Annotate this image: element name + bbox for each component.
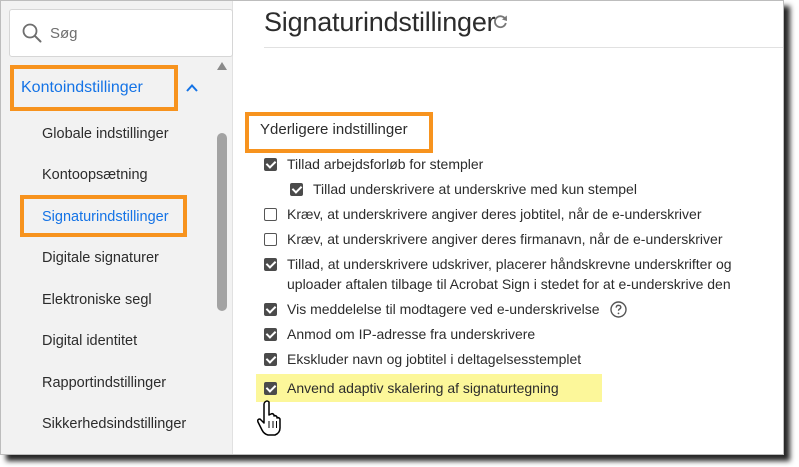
sidebar-item-label: Elektroniske segl: [42, 291, 152, 308]
sidebar-item[interactable]: Globale indstillinger: [1, 113, 215, 155]
option-text: Tillad, at underskrivere udskriver, plac…: [287, 256, 732, 292]
sidebar-item[interactable]: Signaturindstillinger: [1, 196, 215, 238]
nav-section-account-settings[interactable]: Kontoindstillinger: [1, 63, 215, 113]
checkbox-checked[interactable]: [264, 303, 277, 316]
setting-option-label: Tillad, at underskrivere udskriver, plac…: [287, 254, 783, 294]
setting-option-label: Vis meddelelse til modtagere ved e-under…: [287, 299, 627, 319]
scroll-thumb[interactable]: [217, 133, 227, 311]
setting-option[interactable]: Kræv, at underskrivere angiver deres job…: [264, 204, 783, 224]
setting-option[interactable]: Anvend adaptiv skalering af signaturtegn…: [256, 374, 602, 402]
setting-option[interactable]: Tillad arbejdsforløb for stempler: [264, 154, 783, 174]
checkbox-checked[interactable]: [264, 258, 277, 271]
title-divider: [264, 47, 783, 48]
sidebar-scrollbar[interactable]: [215, 61, 229, 454]
setting-option-label: Anmod om IP-adresse fra underskrivere: [287, 324, 535, 344]
sidebar-item-label: Kontoopsætning: [42, 167, 148, 184]
setting-option-label: Tillad arbejdsforløb for stempler: [287, 154, 483, 174]
setting-option[interactable]: Tillad underskrivere at underskrive med …: [264, 179, 783, 199]
option-text: Tillad arbejdsforløb for stempler: [287, 156, 484, 172]
section-title: Yderligere indstillinger: [260, 121, 408, 138]
setting-option[interactable]: Ekskluder navn og jobtitel i deltagelses…: [264, 349, 783, 369]
setting-option-label: Ekskluder navn og jobtitel i deltagelses…: [287, 349, 581, 369]
option-text: Anvend adaptiv skalering af signaturtegn…: [287, 380, 559, 396]
scroll-up-icon[interactable]: [217, 61, 227, 71]
search-placeholder: Søg: [50, 24, 78, 42]
chevron-up-icon[interactable]: [185, 81, 199, 95]
setting-option-label: Anvend adaptiv skalering af signaturtegn…: [287, 378, 559, 398]
option-text: Kræv, at underskrivere angiver deres job…: [287, 206, 702, 222]
option-text: Ekskluder navn og jobtitel i deltagelses…: [287, 351, 582, 367]
sidebar-item-label: Rapportindstillinger: [42, 374, 167, 391]
search-box[interactable]: Søg: [9, 9, 233, 57]
sidebar-item[interactable]: Digital identitet: [1, 321, 215, 363]
search-icon: [22, 23, 42, 43]
settings-nav: Kontoindstillinger Globale indstillinger…: [1, 63, 215, 445]
sidebar-item-label: Signaturindstillinger: [42, 208, 169, 225]
sidebar-item[interactable]: Sikkerhedsindstillinger: [1, 404, 215, 446]
hand-cursor-icon: [257, 400, 281, 436]
sidebar-item-label: Sikkerhedsindstillinger: [42, 416, 187, 433]
option-text: Vis meddelelse til modtagere ved e-under…: [287, 301, 600, 317]
checkbox-checked[interactable]: [264, 158, 277, 171]
setting-option[interactable]: Kræv, at underskrivere angiver deres fir…: [264, 229, 783, 249]
setting-option-label: Tillad underskrivere at underskrive med …: [313, 179, 637, 199]
app-window: Søg Kontoindstillinger Globale indstilli…: [0, 0, 784, 455]
checkbox-unchecked[interactable]: [264, 208, 277, 221]
checkbox-unchecked[interactable]: [264, 233, 277, 246]
checkbox-checked[interactable]: [290, 183, 303, 196]
option-text: Tillad underskrivere at underskrive med …: [313, 181, 637, 197]
refresh-icon[interactable]: [492, 13, 509, 30]
setting-option-label: Kræv, at underskrivere angiver deres job…: [287, 204, 701, 224]
settings-options: Tillad arbejdsforløb for stempler Tillad …: [256, 154, 783, 407]
sidebar-item[interactable]: Rapportindstillinger: [1, 362, 215, 404]
page-title: Signaturindstillinger: [264, 7, 496, 37]
option-text: Kræv, at underskrivere angiver deres fir…: [287, 231, 723, 247]
checkbox-checked[interactable]: [264, 353, 277, 366]
setting-option[interactable]: Anmod om IP-adresse fra underskrivere: [264, 324, 783, 344]
sidebar-item-label: Digitale signaturer: [42, 250, 159, 267]
sidebar-item-label: Globale indstillinger: [42, 125, 169, 142]
nav-section-label: Kontoindstillinger: [21, 79, 143, 96]
setting-option[interactable]: Vis meddelelse til modtagere ved e-under…: [264, 299, 783, 319]
option-text: Anmod om IP-adresse fra underskrivere: [287, 326, 536, 342]
sidebar-item[interactable]: Kontoopsætning: [1, 155, 215, 197]
sidebar-item[interactable]: Digitale signaturer: [1, 238, 215, 280]
sidebar-item-label: Digital identitet: [42, 333, 138, 350]
main-content: Signaturindstillinger Yderligere indstil…: [234, 1, 783, 454]
checkbox-checked[interactable]: [264, 381, 277, 395]
setting-option-label: Kræv, at underskrivere angiver deres fir…: [287, 229, 722, 249]
setting-option[interactable]: Tillad, at underskrivere udskriver, plac…: [264, 254, 783, 294]
checkbox-checked[interactable]: [264, 328, 277, 341]
sidebar-item[interactable]: Elektroniske segl: [1, 279, 215, 321]
sidebar: Søg Kontoindstillinger Globale indstilli…: [1, 1, 233, 454]
help-icon[interactable]: [609, 301, 627, 318]
